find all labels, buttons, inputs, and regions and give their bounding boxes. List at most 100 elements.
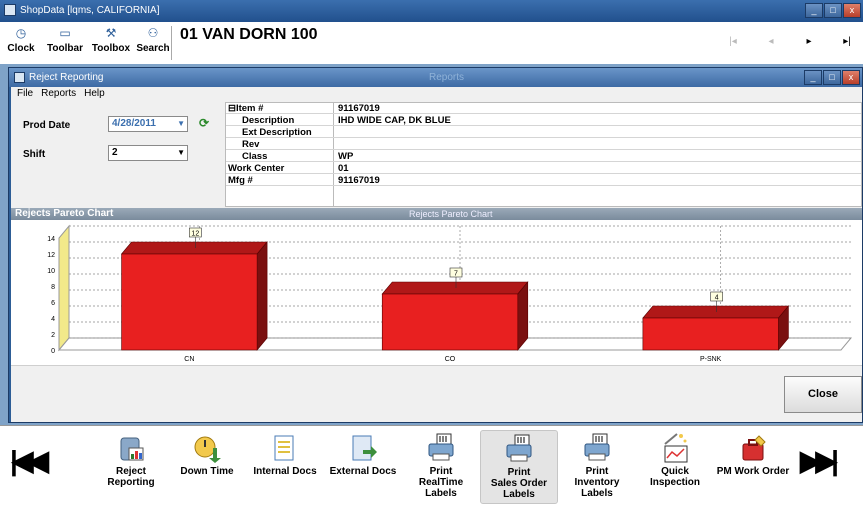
dock-label: Reject Reporting (107, 466, 155, 488)
dock-label: Print Inventory Labels (574, 466, 620, 499)
grid-row: Ext Description (226, 127, 861, 138)
y-tick-label: 2 (51, 332, 55, 339)
down-time-icon (194, 436, 221, 463)
dock-label: External Docs (329, 466, 397, 477)
previous-icon[interactable]: ◂ (765, 36, 777, 47)
dock-label: PM Work Order (716, 466, 790, 477)
data-label: 12 (191, 231, 199, 238)
dock-pm-work-order[interactable]: PM Work Order (714, 430, 792, 504)
app-icon (4, 4, 16, 16)
grid-value: 01 (338, 163, 349, 174)
internal-docs-icon (274, 435, 294, 461)
window-footer: Close (11, 365, 862, 422)
search-button[interactable]: ⚇ Search (132, 24, 174, 62)
dock-label: Quick Inspection (649, 466, 700, 488)
reject-reporting-window: Reject Reporting Reports _ □ x File Repo… (8, 67, 863, 423)
next-icon[interactable]: ▸ (803, 36, 815, 47)
record-navigation: |◂ ◂ ▸ ▸| (727, 36, 853, 47)
dock-quick-inspection[interactable]: Quick Inspection (636, 430, 714, 504)
shift-select[interactable]: 2 ▼ (108, 145, 188, 161)
chart-subtitle: Rejects Pareto Chart (409, 209, 493, 219)
bar-top (642, 305, 790, 319)
prod-date-picker[interactable]: 4/28/2011 ▼ (108, 116, 188, 132)
dock-last-icon[interactable]: ▶▶| (800, 444, 839, 477)
chevron-down-icon: ▼ (177, 119, 185, 128)
x-tick-label: P-SNK (700, 356, 722, 363)
grid-key: Ext Description (242, 127, 312, 138)
close-button[interactable]: Close (784, 376, 862, 413)
inner-maximize-button[interactable]: □ (823, 70, 841, 85)
clock-icon: ◷ (15, 26, 27, 40)
window-center-title: Reports (429, 72, 465, 83)
toolbar-divider (171, 26, 172, 60)
maximize-button[interactable]: □ (824, 3, 842, 18)
grid-value: 91167019 (338, 103, 380, 114)
first-icon[interactable]: |◂ (727, 36, 739, 47)
search-label: Search (136, 43, 170, 54)
grid-key: Work Center (228, 163, 285, 174)
inner-close-button[interactable]: x (842, 70, 860, 85)
close-window-button[interactable]: x (843, 3, 861, 18)
minimize-button[interactable]: _ (805, 3, 823, 18)
machine-title: 01 VAN DORN 100 (180, 26, 318, 43)
menu-file[interactable]: File (17, 87, 33, 101)
window-body: File Reports Help Prod Date 4/28/2011 ▼ … (11, 87, 862, 422)
clock-button[interactable]: ◷ Clock (0, 24, 42, 62)
printer-icon (584, 433, 610, 461)
y-tick-label: 8 (51, 284, 55, 291)
grid-value: WP (338, 151, 354, 162)
menu-help[interactable]: Help (84, 87, 105, 101)
grid-key: Mfg # (228, 175, 253, 186)
app-title: ShopData [lqms, CALIFORNIA] (20, 5, 160, 16)
menu-bar: File Reports Help (11, 87, 862, 101)
window-controls: _ □ x (805, 3, 861, 18)
toolbox-label: Toolbox (91, 43, 131, 54)
item-details-grid: ⊟Item # 91167019 Description IHD WIDE CA… (225, 102, 862, 207)
grid-value: 91167019 (338, 175, 380, 186)
grid-key[interactable]: ⊟Item # (228, 103, 328, 114)
bar (121, 253, 258, 351)
printer-icon (428, 433, 454, 461)
grid-key: Description (242, 115, 295, 126)
toolbox-icon: ⚒ (105, 26, 117, 40)
dock-reject-reporting[interactable]: Reject Reporting (92, 430, 170, 504)
grid-row: Rev (226, 139, 861, 150)
dock-print-sales-order-labels[interactable]: Print Sales Order Labels (480, 430, 558, 504)
data-label: 7 (454, 271, 458, 278)
dock-label: Down Time (180, 466, 234, 477)
grid-row: Work Center 01 (226, 163, 861, 174)
dock-label: Print Sales Order Labels (490, 467, 548, 500)
dock-internal-docs[interactable]: Internal Docs (246, 430, 324, 504)
toolbox-button[interactable]: ⚒ Toolbox (90, 24, 132, 62)
menu-reports[interactable]: Reports (41, 87, 76, 101)
grid-value: IHD WIDE CAP, DK BLUE (338, 115, 451, 126)
pm-work-order-icon (742, 435, 766, 461)
window-icon (14, 72, 25, 83)
x-tick-label: CO (445, 356, 456, 363)
dock-print-realtime-labels[interactable]: Print RealTime Labels (402, 430, 480, 504)
toolbar-button[interactable]: ▭ Toolbar (44, 24, 86, 62)
grid-row: Class WP (226, 151, 861, 162)
chevron-down-icon: ▼ (177, 148, 185, 157)
bar-top (381, 281, 529, 295)
dock-first-icon[interactable]: |◀◀ (10, 444, 49, 477)
dock-external-docs[interactable]: External Docs (324, 430, 402, 504)
grid-row: Mfg # 91167019 (226, 175, 861, 186)
y-tick-label: 4 (51, 316, 55, 323)
chart-side-wall (58, 224, 70, 352)
quick-inspection-icon (664, 433, 688, 463)
dock-print-inventory-labels[interactable]: Print Inventory Labels (558, 430, 636, 504)
last-icon[interactable]: ▸| (841, 36, 853, 47)
app-titlebar: ShopData [lqms, CALIFORNIA] _ □ x (0, 0, 863, 22)
dock-down-time[interactable]: Down Time (168, 430, 246, 504)
inner-minimize-button[interactable]: _ (804, 70, 822, 85)
external-docs-icon (352, 435, 377, 461)
shift-label: Shift (23, 149, 46, 160)
bar (381, 293, 519, 351)
window-controls-inner: _ □ x (804, 70, 860, 85)
refresh-icon[interactable]: ⟳ (199, 116, 209, 130)
window-title: Reject Reporting (29, 72, 104, 83)
bar-side (517, 281, 529, 351)
y-tick-label: 10 (47, 268, 55, 275)
bar-top (120, 241, 268, 255)
